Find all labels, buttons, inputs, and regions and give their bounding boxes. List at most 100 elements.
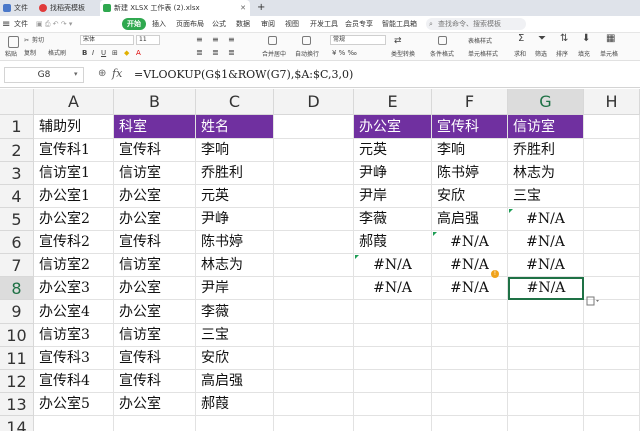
menu-data[interactable]: 数据 [236,16,250,33]
command-search-input[interactable]: ⌕ 查找命令、搜索模板 [426,18,526,30]
cell-c4[interactable]: 元英 [196,185,274,208]
cell-e14[interactable] [354,416,432,431]
table-style-button[interactable]: 表格样式 [468,38,492,46]
cell-b1[interactable]: 科室 [114,115,196,139]
fill-icon[interactable]: ⬇ [582,34,590,44]
cell-b11[interactable]: 宣传科 [114,347,196,370]
cell-d1[interactable] [274,115,354,139]
new-tab-button[interactable]: + [254,0,268,16]
close-tab-icon[interactable]: ✕ [240,0,246,16]
cell-d4[interactable] [274,185,354,208]
column-header-d[interactable]: D [274,89,354,115]
template-tab[interactable]: 找稻壳模板 [36,0,94,16]
cell-d12[interactable] [274,370,354,393]
cell-h11[interactable] [584,347,640,370]
cell-g9[interactable] [508,300,584,324]
cell-c1[interactable]: 姓名 [196,115,274,139]
number-format-select[interactable]: 常规 [330,35,386,45]
cut-icon[interactable]: ✂ [24,37,29,45]
cell-a3[interactable]: 信访室1 [34,162,114,185]
cell-a7[interactable]: 信访室2 [34,254,114,277]
cell-button[interactable]: 单元格 [600,51,618,59]
row-header-8[interactable]: 8 [0,277,34,300]
cell-f1[interactable]: 宣传科 [432,115,508,139]
merge-center-button[interactable]: 合并居中 [262,51,286,59]
cell-f2[interactable]: 李响 [432,139,508,162]
fill-button[interactable]: 填充 [578,51,590,59]
menu-start[interactable]: 开始 [122,18,146,30]
column-header-f[interactable]: F [432,89,508,115]
italic-icon[interactable]: I [92,49,94,57]
cell-a10[interactable]: 信访室3 [34,324,114,347]
row-header-6[interactable]: 6 [0,231,34,254]
cell-g11[interactable] [508,347,584,370]
cell-e2[interactable]: 元英 [354,139,432,162]
file-menu-tab[interactable]: 文件 [0,0,34,16]
workbook-tab[interactable]: 新建 XLSX 工作表 (2).xlsx ✕ [100,0,250,16]
cell-c8[interactable]: 尹岸 [196,277,274,300]
row-header-3[interactable]: 3 [0,162,34,185]
column-header-e[interactable]: E [354,89,432,115]
cell-c14[interactable] [196,416,274,431]
paste-button[interactable]: 粘贴 [5,51,17,59]
worksheet-grid[interactable]: A B C D E F G H 1 辅助列 科室 姓名 办公室 宣传科 信访室 2 宣传科1 宣传科 李响 元英 李响乔… [0,89,640,431]
font-size-select[interactable]: 11 [136,35,160,45]
row-header-4[interactable]: 4 [0,185,34,208]
cell-b5[interactable]: 办公室 [114,208,196,231]
cell-f11[interactable] [432,347,508,370]
cell-a9[interactable]: 办公室4 [34,300,114,324]
menu-review[interactable]: 审阅 [261,16,275,33]
cell-h6[interactable] [584,231,640,254]
conditional-format-button[interactable]: 条件格式 [430,51,454,59]
cell-b6[interactable]: 宣传科 [114,231,196,254]
cell-d3[interactable] [274,162,354,185]
border-icon[interactable]: ⊞ [112,49,118,57]
cell-c2[interactable]: 李响 [196,139,274,162]
cell-a2[interactable]: 宣传科1 [34,139,114,162]
cell-a5[interactable]: 办公室2 [34,208,114,231]
cell-a6[interactable]: 宣传科2 [34,231,114,254]
wrap-text-button[interactable]: 自动换行 [295,51,319,59]
cell-c3[interactable]: 乔胜利 [196,162,274,185]
cell-g10[interactable] [508,324,584,347]
cell-c7[interactable]: 林志为 [196,254,274,277]
menu-smart-tools[interactable]: 智能工具箱 [382,16,417,33]
cell-a14[interactable] [34,416,114,431]
cell-d2[interactable] [274,139,354,162]
sum-button[interactable]: 求和 [514,51,526,59]
error-warning-icon[interactable]: ! [491,270,499,278]
hamburger-icon[interactable]: ≡ [2,16,10,33]
sort-icon[interactable]: ⇅ [560,34,568,44]
menu-view[interactable]: 视图 [285,16,299,33]
cell-e8[interactable]: #N/A [354,277,432,300]
sort-button[interactable]: 排序 [556,51,568,59]
menu-file[interactable]: 文件 [14,16,28,33]
fill-color-icon[interactable]: ◆ [124,49,129,57]
row-header-7[interactable]: 7 [0,254,34,277]
menu-developer[interactable]: 开发工具 [310,16,338,33]
chevron-down-icon[interactable]: ▾ [74,70,78,78]
row-header-2[interactable]: 2 [0,139,34,162]
format-painter-button[interactable]: 格式刷 [48,50,66,58]
cell-c6[interactable]: 陈书婷 [196,231,274,254]
cell-b13[interactable]: 办公室 [114,393,196,416]
cell-d5[interactable] [274,208,354,231]
cell-b2[interactable]: 宣传科 [114,139,196,162]
column-header-a[interactable]: A [34,89,114,115]
column-header-c[interactable]: C [196,89,274,115]
cell-e5[interactable]: 李薇 [354,208,432,231]
cell-c11[interactable]: 安欣 [196,347,274,370]
cell-g6[interactable]: #N/A [508,231,584,254]
column-header-h[interactable]: H [584,89,640,115]
cell-style-button[interactable]: 单元格样式 [468,51,498,59]
cell-g7[interactable]: #N/A [508,254,584,277]
cell-d13[interactable] [274,393,354,416]
menu-formulas[interactable]: 公式 [212,16,226,33]
cell-e4[interactable]: 尹岸 [354,185,432,208]
row-header-12[interactable]: 12 [0,370,34,393]
row-header-9[interactable]: 9 [0,300,34,324]
column-header-b[interactable]: B [114,89,196,115]
zoom-icon[interactable]: ⊕ [98,68,106,79]
cell-a8[interactable]: 办公室3 [34,277,114,300]
align-right-icon[interactable]: ≣ [228,49,235,57]
